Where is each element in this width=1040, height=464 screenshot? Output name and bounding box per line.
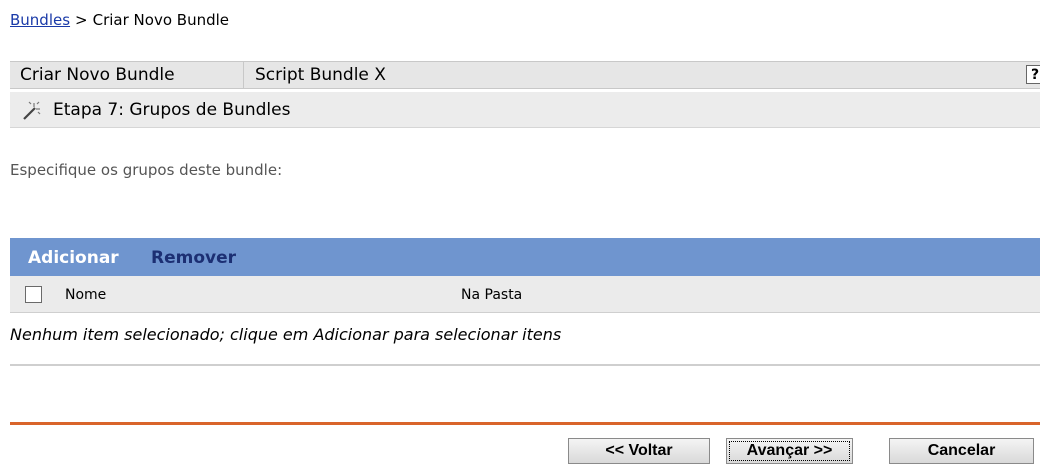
- add-button[interactable]: Adicionar: [28, 248, 119, 268]
- wizard-title: Criar Novo Bundle: [20, 65, 175, 85]
- wizard-title-bar: Criar Novo Bundle Script Bundle X ?: [10, 61, 1040, 89]
- cancel-button[interactable]: Cancelar: [889, 438, 1034, 464]
- bundle-name: Script Bundle X: [255, 65, 386, 85]
- groups-table: Adicionar Remover Nome Na Pasta Nenhum i…: [10, 238, 1040, 366]
- breadcrumb: Bundles > Criar Novo Bundle: [10, 10, 229, 30]
- step-header: Etapa 7: Grupos de Bundles: [10, 92, 1040, 128]
- breadcrumb-current: Criar Novo Bundle: [92, 11, 230, 29]
- table-header-row: Nome Na Pasta: [10, 276, 1040, 313]
- instruction-text: Especifique os grupos deste bundle:: [10, 161, 283, 179]
- help-button[interactable]: ?: [1026, 65, 1040, 84]
- footer-divider: [10, 422, 1040, 425]
- breadcrumb-link-bundles[interactable]: Bundles: [10, 11, 70, 29]
- next-button[interactable]: Avançar >>: [726, 438, 853, 464]
- title-divider: [243, 62, 244, 88]
- wand-icon: [22, 101, 42, 121]
- table-empty-row: Nenhum item selecionado; clique em Adici…: [10, 313, 1040, 366]
- back-button[interactable]: << Voltar: [568, 438, 710, 464]
- table-toolbar: Adicionar Remover: [10, 238, 1040, 276]
- select-all-checkbox[interactable]: [25, 286, 42, 303]
- remove-button[interactable]: Remover: [151, 248, 236, 268]
- empty-message: Nenhum item selecionado; clique em Adici…: [10, 325, 562, 344]
- breadcrumb-separator: >: [75, 11, 88, 29]
- column-header-folder[interactable]: Na Pasta: [461, 285, 522, 305]
- step-title: Etapa 7: Grupos de Bundles: [53, 100, 291, 120]
- column-header-name[interactable]: Nome: [65, 285, 106, 305]
